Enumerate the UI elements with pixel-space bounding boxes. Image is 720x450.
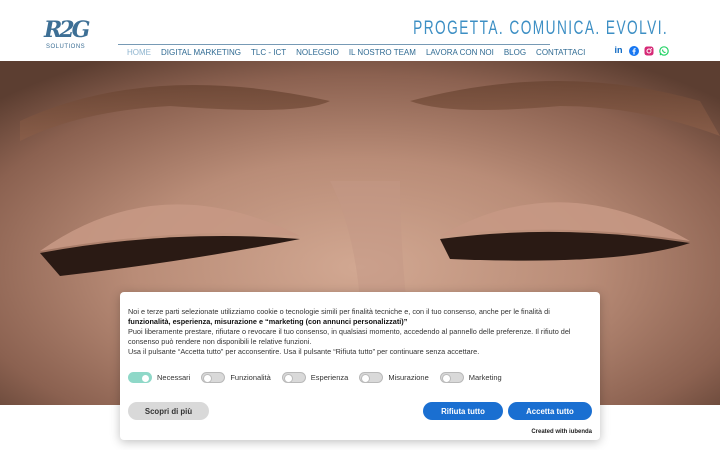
logo[interactable]: R2G SOLUTIONS	[44, 17, 90, 57]
slogan: PROGETTA. COMUNICA. EVOLVI.	[412, 18, 668, 39]
linkedin-icon[interactable]: in	[613, 45, 624, 56]
toggle-label-necessari: Necessari	[157, 373, 191, 382]
toggle-funzionalita[interactable]: Funzionalità	[201, 372, 271, 383]
cookie-text-line2: Puoi liberamente prestare, rifiutare o r…	[128, 327, 571, 346]
whatsapp-icon[interactable]	[658, 45, 669, 56]
nav-item-tlc-ict[interactable]: TLC - ICT	[246, 48, 291, 57]
consent-toggles: Necessari Funzionalità Esperienza Misura…	[128, 372, 513, 383]
toggle-marketing[interactable]: Marketing	[439, 372, 502, 383]
cookie-text-bold: funzionalità, esperienza, misurazione e …	[128, 317, 408, 326]
toggle-label-esperienza: Esperienza	[310, 373, 349, 382]
social-links: in	[613, 45, 669, 56]
toggle-necessari[interactable]: Necessari	[128, 372, 190, 383]
toggle-switch-esperienza[interactable]	[281, 372, 306, 383]
nav-item-blog[interactable]: BLOG	[499, 48, 531, 57]
toggle-label-funzionalita: Funzionalità	[230, 373, 271, 382]
nav-item-noleggio[interactable]: NOLEGGIO	[291, 48, 344, 57]
logo-mark: R2G	[44, 17, 90, 43]
site-header: R2G SOLUTIONS PROGETTA. COMUNICA. EVOLVI…	[0, 0, 720, 61]
toggle-label-misurazione: Misurazione	[388, 373, 429, 382]
nav-item-home[interactable]: HOME	[122, 48, 156, 57]
toggle-switch-necessari[interactable]	[128, 372, 152, 383]
nav-item-lavora[interactable]: LAVORA CON NOI	[421, 48, 499, 57]
cookie-banner: Noi e terze parti selezionate utilizziam…	[120, 292, 600, 440]
main-nav: HOME DIGITAL MARKETING TLC - ICT NOLEGGI…	[122, 48, 590, 57]
facebook-icon[interactable]	[628, 45, 639, 56]
cookie-text-line3: Usa il pulsante “Accetta tutto” per acco…	[128, 347, 480, 356]
toggle-switch-funzionalita[interactable]	[201, 372, 226, 383]
nav-divider	[118, 44, 550, 45]
iubenda-credit[interactable]: Created with iubenda	[531, 429, 592, 435]
accept-all-button[interactable]: Accetta tutto	[508, 402, 592, 420]
toggle-esperienza[interactable]: Esperienza	[281, 372, 349, 383]
reject-all-button[interactable]: Rifiuta tutto	[423, 402, 503, 420]
nav-item-team[interactable]: IL NOSTRO TEAM	[344, 48, 421, 57]
cookie-text: Noi e terze parti selezionate utilizziam…	[128, 307, 594, 357]
toggle-misurazione[interactable]: Misurazione	[359, 372, 429, 383]
logo-subtitle: SOLUTIONS	[46, 44, 86, 50]
toggle-label-marketing: Marketing	[468, 373, 502, 382]
toggle-switch-marketing[interactable]	[439, 372, 464, 383]
nav-item-digital-marketing[interactable]: DIGITAL MARKETING	[156, 48, 246, 57]
toggle-switch-misurazione[interactable]	[359, 372, 384, 383]
instagram-icon[interactable]	[643, 45, 654, 56]
cookie-text-line1: Noi e terze parti selezionate utilizziam…	[128, 307, 550, 316]
nav-item-contattaci[interactable]: CONTATTACI	[531, 48, 590, 57]
learn-more-button[interactable]: Scopri di più	[128, 402, 209, 420]
